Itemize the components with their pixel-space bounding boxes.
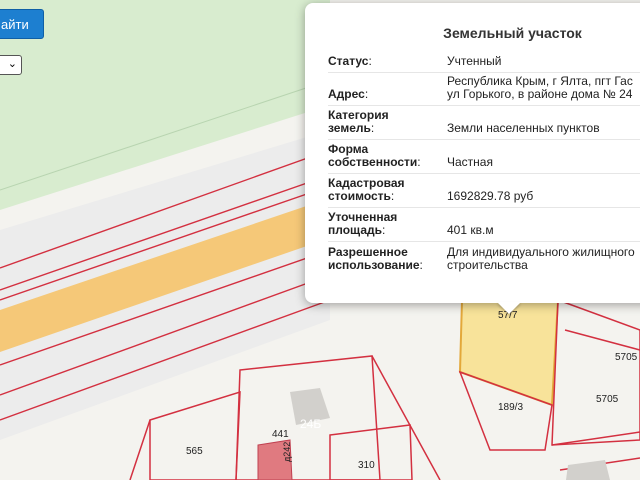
parcel-label-565: 565	[186, 446, 203, 457]
row-label: Разрешенное использование:	[328, 245, 423, 272]
info-row-ownership: Форма собственности: Частная	[328, 140, 640, 174]
row-label: Статус:	[328, 54, 372, 68]
row-label: Кадастровая стоимость:	[328, 176, 405, 203]
parcel-label-189-3: 189/3	[498, 402, 523, 413]
building-label-d242: д242	[282, 442, 292, 462]
info-rows: Статус: Учтенный Адрес: Республика Крым,…	[328, 50, 640, 276]
parcel-label-5705-b: 5705	[596, 394, 619, 405]
row-label: Категория земель:	[328, 108, 389, 135]
popup-title: Земельный участок	[443, 25, 582, 41]
row-value: 401 кв.м	[447, 223, 494, 237]
row-value: Учтенный	[447, 54, 502, 68]
parcel-label-5705-a: 5705	[615, 352, 638, 363]
row-value: Для индивидуального жилищного строительст…	[447, 245, 635, 272]
building-label-24b: 24Б	[300, 417, 321, 431]
parcel-label-310: 310	[358, 460, 375, 471]
info-row-area: Уточненная площадь: 401 кв.м	[328, 208, 640, 242]
popup-pointer	[497, 302, 521, 314]
info-row-status: Статус: Учтенный	[328, 50, 640, 73]
layer-select[interactable]: ⌄	[0, 55, 22, 75]
info-row-category: Категория земель: Земли населенных пункто…	[328, 106, 640, 140]
row-value: Земли населенных пунктов	[447, 121, 600, 135]
find-button[interactable]: айти	[0, 9, 44, 39]
row-value: 1692829.78 руб	[447, 189, 534, 203]
info-row-address: Адрес: Республика Крым, г Ялта, пгт Гас у…	[328, 73, 640, 106]
parcel-label-441: 441	[272, 429, 289, 440]
row-label: Форма собственности:	[328, 142, 421, 169]
info-row-cadastral-value: Кадастровая стоимость: 1692829.78 руб	[328, 174, 640, 208]
chevron-down-icon: ⌄	[7, 58, 17, 70]
row-label: Адрес:	[328, 87, 369, 101]
row-label: Уточненная площадь:	[328, 210, 398, 237]
row-value: Республика Крым, г Ялта, пгт Гас ул Горьк…	[447, 74, 633, 101]
parcel-info-popup: Земельный участок Статус: Учтенный Адрес…	[305, 3, 640, 303]
row-value: Частная	[447, 155, 493, 169]
info-row-permitted-use: Разрешенное использование: Для индивидуал…	[328, 242, 640, 276]
